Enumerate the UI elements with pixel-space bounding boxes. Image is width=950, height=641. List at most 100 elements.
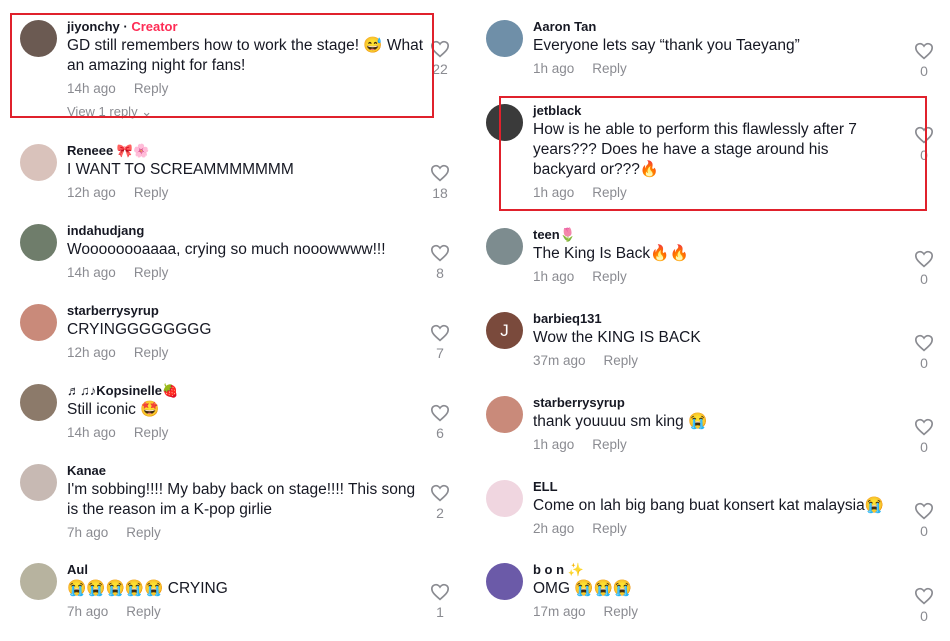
- comment-text: I'm sobbing!!!! My baby back on stage!!!…: [67, 481, 416, 518]
- comment-username[interactable]: ELL: [533, 478, 913, 496]
- avatar[interactable]: [486, 480, 523, 517]
- like-button[interactable]: 0: [911, 250, 937, 288]
- comment-text: Wow the KING IS BACK: [533, 329, 701, 346]
- reply-button[interactable]: Reply: [126, 525, 161, 540]
- comment-username[interactable]: Kanae: [67, 462, 427, 480]
- like-count: 0: [920, 439, 928, 455]
- like-count: 1: [436, 604, 444, 620]
- like-button[interactable]: 1: [427, 583, 453, 621]
- heart-icon: [914, 250, 934, 268]
- comment-item: starberrysyrup thank youuuu sm king 😭 1h…: [486, 394, 946, 474]
- comment-item: ♬♫♪Kopsinelle🍓 Still iconic 🤩 14h ago Rep…: [20, 382, 460, 462]
- like-button[interactable]: 2: [427, 484, 453, 522]
- comment-time: 17m ago: [533, 604, 586, 619]
- reply-button[interactable]: Reply: [592, 437, 627, 452]
- comment-time: 14h ago: [67, 265, 116, 280]
- comment-text: OMG 😭😭😭: [533, 580, 633, 597]
- heart-icon: [430, 324, 450, 342]
- reply-button[interactable]: Reply: [592, 521, 627, 536]
- like-button[interactable]: 0: [911, 502, 937, 540]
- reply-button[interactable]: Reply: [604, 604, 639, 619]
- avatar[interactable]: [20, 563, 57, 600]
- heart-icon: [914, 42, 934, 60]
- highlight-box: [10, 13, 434, 118]
- like-count: 0: [920, 523, 928, 539]
- comment-text: thank youuuu sm king 😭: [533, 413, 708, 430]
- comment-username[interactable]: indahudjang: [67, 222, 427, 240]
- comment-item: indahudjang Woooooooaaaa, crying so much…: [20, 222, 460, 302]
- like-button[interactable]: 0: [911, 587, 937, 625]
- comment-username[interactable]: Aul: [67, 561, 427, 579]
- like-button[interactable]: 18: [427, 164, 453, 202]
- avatar[interactable]: [20, 224, 57, 261]
- heart-icon: [914, 334, 934, 352]
- comment-time: 7h ago: [67, 525, 109, 540]
- avatar[interactable]: [20, 464, 57, 501]
- avatar-initial: J: [500, 320, 509, 340]
- reply-button[interactable]: Reply: [134, 345, 169, 360]
- comment-time: 1h ago: [533, 269, 575, 284]
- like-button[interactable]: 7: [427, 324, 453, 362]
- like-button[interactable]: 0: [911, 418, 937, 456]
- like-button[interactable]: 0: [911, 334, 937, 372]
- like-count: 0: [920, 355, 928, 371]
- comment-item: teen🌷 The King Is Back🔥🔥 1h ago Reply 0: [486, 226, 946, 306]
- heart-icon: [430, 244, 450, 262]
- comment-time: 2h ago: [533, 521, 575, 536]
- comment-item: Aul 😭😭😭😭😭 CRYING 7h ago Reply 1: [20, 561, 460, 641]
- like-count: 0: [920, 63, 928, 79]
- comment-time: 1h ago: [533, 61, 575, 76]
- avatar[interactable]: J: [486, 312, 523, 349]
- like-count: 0: [920, 271, 928, 287]
- avatar[interactable]: [20, 144, 57, 181]
- like-button[interactable]: 0: [911, 42, 937, 80]
- avatar[interactable]: [486, 396, 523, 433]
- heart-icon: [430, 484, 450, 502]
- comment-username[interactable]: starberrysyrup: [533, 394, 913, 412]
- highlight-box: [499, 96, 927, 211]
- comment-username[interactable]: Reneee 🎀🌸: [67, 142, 427, 160]
- avatar[interactable]: [20, 304, 57, 341]
- like-count: 8: [436, 265, 444, 281]
- like-count: 18: [432, 185, 448, 201]
- comment-username[interactable]: ♬♫♪Kopsinelle🍓: [67, 382, 427, 400]
- comment-username[interactable]: teen🌷: [533, 226, 913, 244]
- comment-username[interactable]: starberrysyrup: [67, 302, 427, 320]
- heart-icon: [430, 583, 450, 601]
- comment-item: ELL Come on lah big bang buat konsert ka…: [486, 478, 946, 558]
- comment-item: b o n ✨ OMG 😭😭😭 17m ago Reply 0: [486, 561, 946, 641]
- comment-item: J barbieq131 Wow the KING IS BACK 37m ag…: [486, 310, 946, 390]
- reply-button[interactable]: Reply: [134, 425, 169, 440]
- heart-icon: [914, 587, 934, 605]
- reply-button[interactable]: Reply: [134, 265, 169, 280]
- like-count: 0: [920, 608, 928, 624]
- reply-button[interactable]: Reply: [126, 604, 161, 619]
- heart-icon: [430, 164, 450, 182]
- avatar[interactable]: [486, 20, 523, 57]
- comment-text: Still iconic 🤩: [67, 401, 160, 418]
- comment-text: Woooooooaaaa, crying so much nooowwww!!!: [67, 241, 386, 258]
- comment-text: 😭😭😭😭😭 CRYING: [67, 580, 228, 597]
- heart-icon: [914, 502, 934, 520]
- comment-item: Reneee 🎀🌸 I WANT TO SCREAMMMMMMM 12h ago…: [20, 142, 460, 222]
- comment-text: Everyone lets say “thank you Taeyang”: [533, 37, 800, 54]
- like-count: 2: [436, 505, 444, 521]
- reply-button[interactable]: Reply: [592, 269, 627, 284]
- reply-button[interactable]: Reply: [604, 353, 639, 368]
- like-button[interactable]: 6: [427, 404, 453, 442]
- like-count: 6: [436, 425, 444, 441]
- comment-username[interactable]: b o n ✨: [533, 561, 913, 579]
- avatar[interactable]: [20, 384, 57, 421]
- comment-time: 37m ago: [533, 353, 586, 368]
- comment-time: 1h ago: [533, 437, 575, 452]
- comment-text: I WANT TO SCREAMMMMMMM: [67, 161, 294, 178]
- reply-button[interactable]: Reply: [592, 61, 627, 76]
- comment-username[interactable]: barbieq131: [533, 310, 913, 328]
- comment-time: 14h ago: [67, 425, 116, 440]
- reply-button[interactable]: Reply: [134, 185, 169, 200]
- like-button[interactable]: 8: [427, 244, 453, 282]
- comment-username[interactable]: Aaron Tan: [533, 18, 913, 36]
- comment-text: The King Is Back🔥🔥: [533, 245, 689, 262]
- avatar[interactable]: [486, 563, 523, 600]
- avatar[interactable]: [486, 228, 523, 265]
